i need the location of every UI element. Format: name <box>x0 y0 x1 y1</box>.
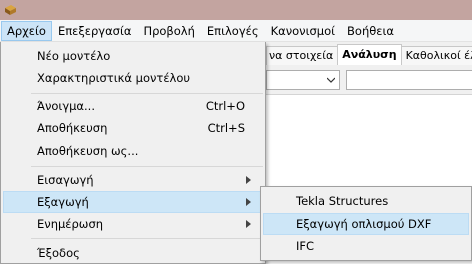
submenu-item-label: Εξαγωγή οπλισμού DXF <box>296 217 432 231</box>
tab-global-checks[interactable]: Καθολικοί έλεγ <box>400 46 472 65</box>
export-submenu: Tekla Structures Εξαγωγή οπλισμού DXF IF… <box>260 186 472 261</box>
chevron-right-icon <box>246 176 251 184</box>
menu-item-label: Νέο μοντέλο <box>37 49 111 63</box>
menu-item-label: Αποθήκευση <box>37 121 108 135</box>
selector-dropdown[interactable] <box>266 70 340 90</box>
menu-item-save[interactable]: Αποθήκευση Ctrl+S <box>3 117 263 139</box>
tab-strip: να στοιχεία Ανάλυση Καθολικοί έλεγ <box>266 44 472 65</box>
menu-item-label: Χαρακτηριστικά μοντέλου <box>37 71 191 85</box>
chevron-right-icon <box>246 198 251 206</box>
submenu-item-ifc[interactable]: IFC <box>263 235 469 257</box>
menu-view[interactable]: Προβολή <box>137 21 200 41</box>
app-icon <box>5 5 16 15</box>
menu-item-export[interactable]: Εξαγωγή <box>3 191 263 213</box>
chevron-right-icon <box>246 220 251 228</box>
menu-separator <box>31 93 263 94</box>
menu-item-exit[interactable]: Έξοδος <box>3 242 263 264</box>
file-menu: Νέο μοντέλο Χαρακτηριστικά μοντέλου Άνοι… <box>0 42 266 264</box>
toolbar-row <box>266 68 472 92</box>
submenu-item-export-rebar-dxf[interactable]: Εξαγωγή οπλισμού DXF <box>263 213 469 235</box>
menu-file[interactable]: Αρχείο <box>1 20 52 41</box>
menu-item-label: Άνοιγμα... <box>37 99 95 113</box>
submenu-item-label: IFC <box>296 239 315 253</box>
submenu-item-label: Tekla Structures <box>296 194 389 208</box>
title-bar <box>0 0 472 20</box>
menu-item-label: Εξαγωγή <box>37 195 89 209</box>
menu-separator <box>31 166 263 167</box>
menu-item-new-model[interactable]: Νέο μοντέλο <box>3 45 263 67</box>
menu-item-label: Έξοδος <box>37 246 80 260</box>
shortcut-open: Ctrl+O <box>205 99 245 113</box>
menu-item-label: Αποθήκευση ως... <box>37 144 139 158</box>
menu-item-label: Ενημέρωση <box>37 217 104 231</box>
chevron-down-icon <box>327 77 335 83</box>
menu-item-update[interactable]: Ενημέρωση <box>3 213 263 235</box>
tab-elements[interactable]: να στοιχεία <box>266 46 339 65</box>
menu-item-save-as[interactable]: Αποθήκευση ως... <box>3 140 263 162</box>
menu-options[interactable]: Επιλογές <box>201 21 265 41</box>
menu-item-model-properties[interactable]: Χαρακτηριστικά μοντέλου <box>3 67 263 89</box>
tab-analysis[interactable]: Ανάλυση <box>337 44 402 65</box>
search-field[interactable] <box>346 70 472 90</box>
menu-edit[interactable]: Επεξεργασία <box>52 21 137 41</box>
menu-item-import[interactable]: Εισαγωγή <box>3 169 263 191</box>
menu-item-open[interactable]: Άνοιγμα... Ctrl+O <box>3 95 263 117</box>
menu-help[interactable]: Βοήθεια <box>341 21 400 41</box>
submenu-item-tekla-structures[interactable]: Tekla Structures <box>263 190 469 212</box>
menu-bar: Αρχείο Επεξεργασία Προβολή Επιλογές Κανο… <box>0 20 472 42</box>
shortcut-save: Ctrl+S <box>207 121 245 135</box>
menu-codes[interactable]: Κανονισμοί <box>265 21 341 41</box>
menu-separator <box>31 238 263 239</box>
menu-item-label: Εισαγωγή <box>37 173 94 187</box>
